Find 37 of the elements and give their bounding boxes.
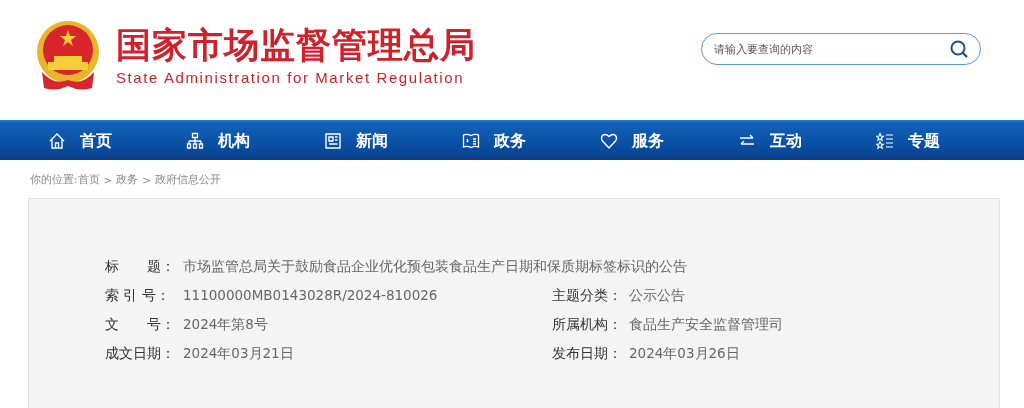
nav-item[interactable]: 专题 — [876, 130, 1014, 152]
site-subtitle: State Administration for Market Regulation — [116, 68, 466, 86]
field-label: 文 号： — [105, 315, 176, 334]
search-field[interactable]: 请输入要查询的内容 — [701, 33, 981, 65]
star-list-icon — [876, 132, 894, 150]
nav-item[interactable]: 首页 — [48, 130, 186, 152]
nav-item[interactable]: 服务 — [600, 130, 738, 152]
breadcrumb-link[interactable]: 政府信息公开 — [155, 173, 222, 187]
emblem-logo — [34, 20, 102, 92]
nav-item[interactable]: 新闻 — [324, 130, 462, 152]
site-title: 国家市场监督管理总局 — [116, 26, 476, 65]
search-icon[interactable] — [949, 39, 969, 59]
field-value: 市场监管总局关于鼓励食品企业优化预包装食品生产日期和保质期标签标识的公告 — [183, 257, 687, 276]
book-icon — [462, 132, 480, 150]
nav-item[interactable]: 政务 — [462, 130, 600, 152]
field-label: 所属机构： — [552, 315, 623, 334]
field-value: 11100000MB0143028R/2024-810026 — [183, 286, 438, 305]
newspaper-icon — [324, 132, 342, 150]
breadcrumb-link[interactable]: 政务 — [116, 173, 139, 187]
field-label: 主题分类： — [552, 286, 623, 305]
field-label: 索 引 号： — [105, 286, 171, 305]
field-value: 2024年第8号 — [183, 315, 268, 334]
field-label: 成文日期： — [105, 344, 176, 363]
field-value: 2024年03月21日 — [183, 344, 294, 363]
hierarchy-icon — [186, 132, 204, 150]
field-label: 标 题： — [105, 257, 176, 276]
field-label: 发布日期： — [552, 344, 623, 363]
breadcrumb-separator: > — [142, 174, 152, 186]
field-value: 食品生产安全监督管理司 — [629, 315, 783, 334]
nav-item[interactable]: 互动 — [738, 130, 876, 152]
nav-item[interactable]: 机构 — [186, 130, 324, 152]
heart-icon — [600, 132, 618, 150]
field-value: 2024年03月26日 — [629, 344, 740, 363]
breadcrumb-separator: > — [103, 174, 113, 186]
home-icon — [48, 132, 66, 150]
field-value: 公示公告 — [629, 286, 685, 305]
breadcrumb-link[interactable]: 你的位置:首页 — [30, 173, 100, 187]
